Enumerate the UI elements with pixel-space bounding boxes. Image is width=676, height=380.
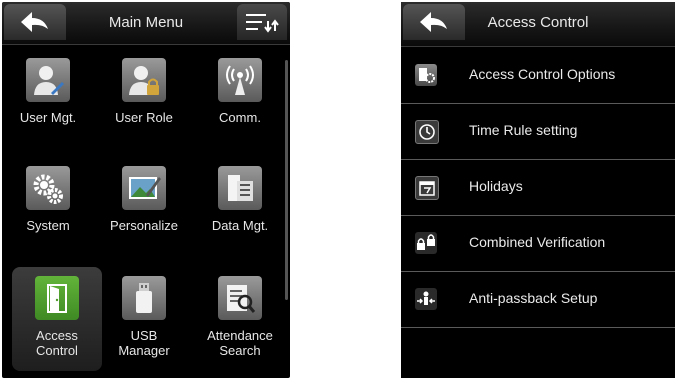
- main-menu-screen: Main Menu User Mgt. User Role Comm. Syst…: [2, 2, 290, 378]
- menu-item-label: Comm.: [219, 110, 261, 125]
- access-control-screen: Access Control Access Control Options Ti…: [401, 2, 675, 378]
- menu-item-label: Access Control: [36, 328, 78, 358]
- clock-icon: [415, 120, 439, 144]
- list-item-anti-passback-setup[interactable]: Anti-passback Setup: [401, 272, 675, 328]
- menu-item-data-mgt[interactable]: Data Mgt.: [195, 157, 285, 261]
- menu-item-system[interactable]: System: [3, 157, 93, 261]
- list-item-access-control-options[interactable]: Access Control Options: [401, 48, 675, 104]
- menu-item-access-control[interactable]: Access Control: [12, 267, 102, 371]
- list-item-label: Access Control Options: [469, 66, 616, 82]
- menu-item-usb-manager[interactable]: USB Manager: [99, 267, 189, 371]
- menu-item-label: System: [26, 218, 70, 233]
- database-icon: [218, 166, 262, 210]
- lock-group-icon: [415, 232, 437, 254]
- antenna-icon: [218, 58, 262, 102]
- menu-item-personalize[interactable]: Personalize: [99, 157, 189, 261]
- menu-item-label: USB Manager: [118, 328, 170, 358]
- menu-item-attendance-search[interactable]: Attendance Search: [195, 267, 285, 371]
- gears-icon: [26, 166, 70, 210]
- menu-item-label: Personalize: [110, 218, 178, 233]
- menu-item-user-mgt[interactable]: User Mgt.: [3, 49, 93, 153]
- list-item-label: Combined Verification: [469, 234, 606, 250]
- menu-item-label: Attendance Search: [207, 328, 273, 358]
- menu-item-comm[interactable]: Comm.: [195, 49, 285, 153]
- user-edit-icon: [26, 58, 70, 102]
- page-title: Access Control: [487, 14, 589, 31]
- picture-edit-icon: [122, 166, 166, 210]
- list-item-time-rule-setting[interactable]: Time Rule setting: [401, 104, 675, 160]
- usb-icon: [122, 276, 166, 320]
- passback-icon: [415, 288, 437, 310]
- menu-item-user-role[interactable]: User Role: [99, 49, 189, 153]
- list-item-label: Time Rule setting: [469, 122, 578, 138]
- menu-item-label: Data Mgt.: [211, 218, 269, 233]
- main-menu-titlebar: Main Menu: [2, 2, 290, 45]
- door-icon: [35, 276, 79, 320]
- access-control-titlebar: Access Control: [401, 2, 675, 47]
- search-document-icon: [218, 276, 262, 320]
- list-item-combined-verification[interactable]: Combined Verification: [401, 216, 675, 272]
- user-lock-icon: [122, 58, 166, 102]
- list-item-holidays[interactable]: Holidays: [401, 160, 675, 216]
- sort-list-icon: [246, 14, 279, 33]
- menu-item-label: User Role: [115, 110, 173, 125]
- sort-menu-button[interactable]: [237, 4, 287, 40]
- scrollbar[interactable]: [285, 60, 288, 300]
- menu-item-label: User Mgt.: [19, 110, 77, 125]
- list-item-label: Anti-passback Setup: [469, 290, 598, 306]
- door-settings-icon: [415, 64, 437, 86]
- list-item-label: Holidays: [469, 178, 523, 194]
- calendar-icon: [415, 176, 439, 200]
